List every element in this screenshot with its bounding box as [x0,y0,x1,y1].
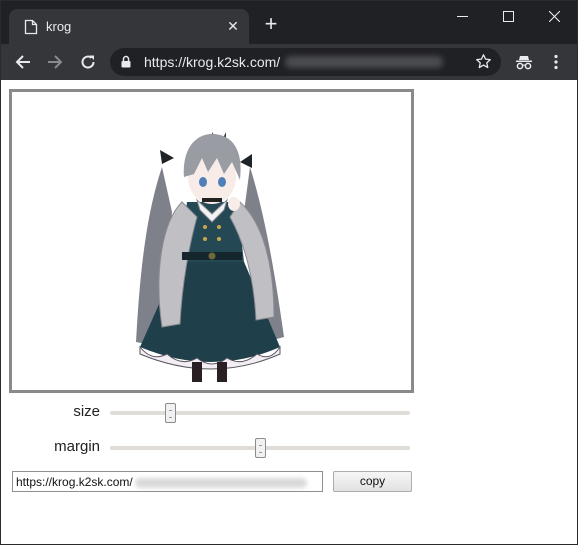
address-url: https://krog.k2sk.com/ [144,54,281,70]
image-preview-frame [9,89,414,393]
close-window-icon [548,10,560,22]
menu-button[interactable] [544,50,568,74]
new-tab-button[interactable]: + [262,13,280,35]
size-label: size [73,403,100,420]
incognito-icon [516,56,532,70]
copy-button[interactable]: copy [333,471,412,492]
size-slider-track [110,411,410,415]
incognito-button[interactable] [512,50,536,74]
margin-label: margin [54,438,100,455]
maximize-icon [502,10,514,22]
output-url-text: https://krog.k2sk.com/ [16,475,133,489]
close-icon[interactable]: ✕ [225,18,241,34]
tab-krog[interactable]: krog ✕ [9,9,249,44]
tab-title: krog [46,19,72,34]
arrow-left-icon [15,55,30,69]
maximize-button[interactable] [485,1,531,31]
close-window-button[interactable] [531,1,577,31]
address-bar[interactable]: https://krog.k2sk.com/ [110,48,501,76]
margin-slider-thumb[interactable] [255,438,266,458]
output-url-field[interactable]: https://krog.k2sk.com/ [12,471,323,492]
size-slider-thumb[interactable] [165,403,176,423]
redacted-output-path [134,477,307,488]
star-icon[interactable] [475,53,492,70]
reload-icon [81,55,95,69]
reload-button[interactable] [76,50,100,74]
size-slider[interactable] [110,403,410,423]
back-button[interactable] [11,50,35,74]
kebab-menu-icon [554,54,558,70]
minimize-icon [456,15,468,17]
character-illustration [136,132,284,382]
browser-toolbar: https://krog.k2sk.com/ [1,44,577,80]
browser-window: krog ✕ + https://krog.k2sk.com/ size mar… [0,0,578,545]
minimize-button[interactable] [439,1,485,31]
lock-icon [121,55,131,68]
forward-button[interactable] [43,50,67,74]
redacted-url-path [285,56,443,68]
page-icon [24,19,38,35]
margin-slider[interactable] [110,438,410,458]
tab-strip: krog ✕ + [1,1,577,44]
arrow-right-icon [48,55,63,69]
